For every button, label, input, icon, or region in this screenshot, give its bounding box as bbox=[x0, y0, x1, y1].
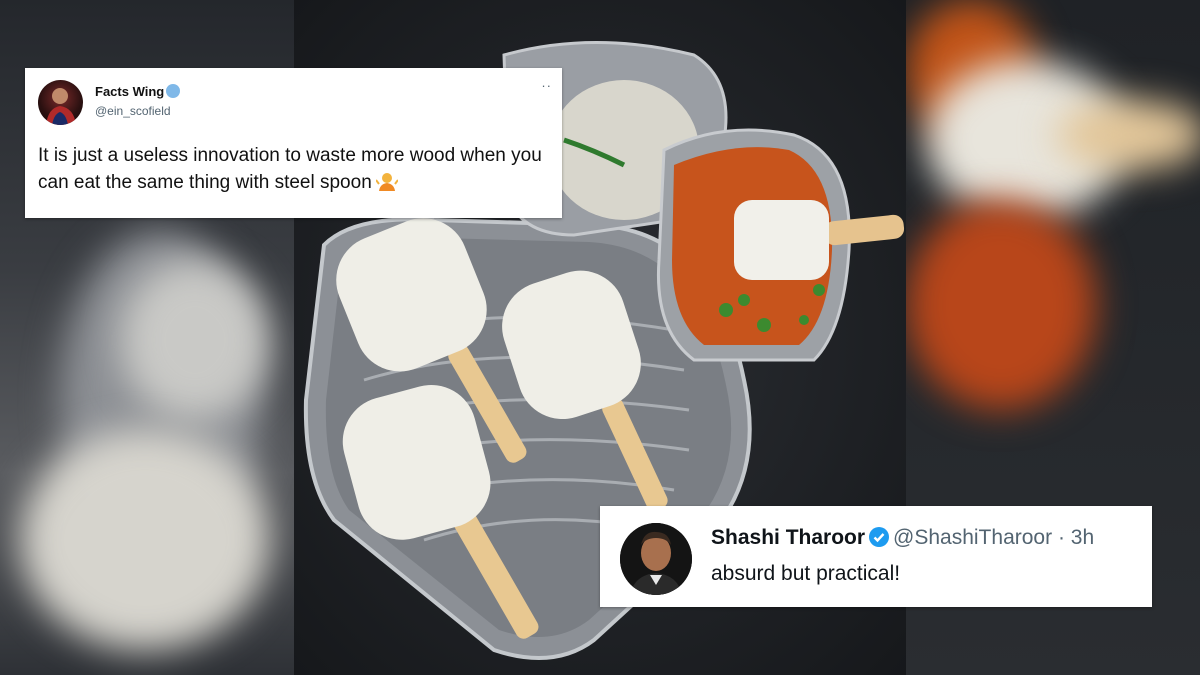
idli-in-sambar bbox=[734, 200, 829, 280]
blurred-shape bbox=[1056, 100, 1200, 170]
avatar-image bbox=[620, 523, 692, 595]
user-handle[interactable]: @ein_scofield bbox=[95, 104, 171, 118]
display-name[interactable]: Facts Wing bbox=[95, 84, 181, 99]
cold-face-icon bbox=[166, 84, 181, 98]
user-handle[interactable]: @ShashiTharoor bbox=[893, 526, 1052, 549]
avatar[interactable] bbox=[38, 80, 83, 125]
avatar-image bbox=[46, 88, 76, 125]
tweet-card-facts-wing[interactable]: Facts Wing @ein_scofield ·· It is just a… bbox=[25, 68, 562, 218]
tweet-header: Shashi Tharoor @ShashiTharoor · 3h bbox=[711, 526, 1094, 550]
tweet-text: It is just a useless innovation to waste… bbox=[38, 142, 548, 196]
more-dots-icon[interactable]: ·· bbox=[541, 78, 552, 93]
separator: · bbox=[1057, 526, 1065, 549]
display-name[interactable]: Shashi Tharoor bbox=[711, 526, 865, 549]
blurred-shape bbox=[20, 430, 270, 650]
avatar[interactable] bbox=[620, 523, 692, 595]
timestamp[interactable]: 3h bbox=[1071, 526, 1094, 549]
tweet-card-shashi-tharoor[interactable]: Shashi Tharoor @ShashiTharoor · 3h absurd… bbox=[600, 506, 1152, 607]
blurred-shape bbox=[906, 200, 1096, 410]
blurred-shape bbox=[120, 260, 270, 420]
tweet-text: absurd but practical! bbox=[711, 562, 901, 585]
verified-badge-icon bbox=[868, 526, 890, 548]
person-shrugging-icon bbox=[374, 170, 399, 192]
tweet-text-content: It is just a useless innovation to waste… bbox=[38, 145, 542, 193]
